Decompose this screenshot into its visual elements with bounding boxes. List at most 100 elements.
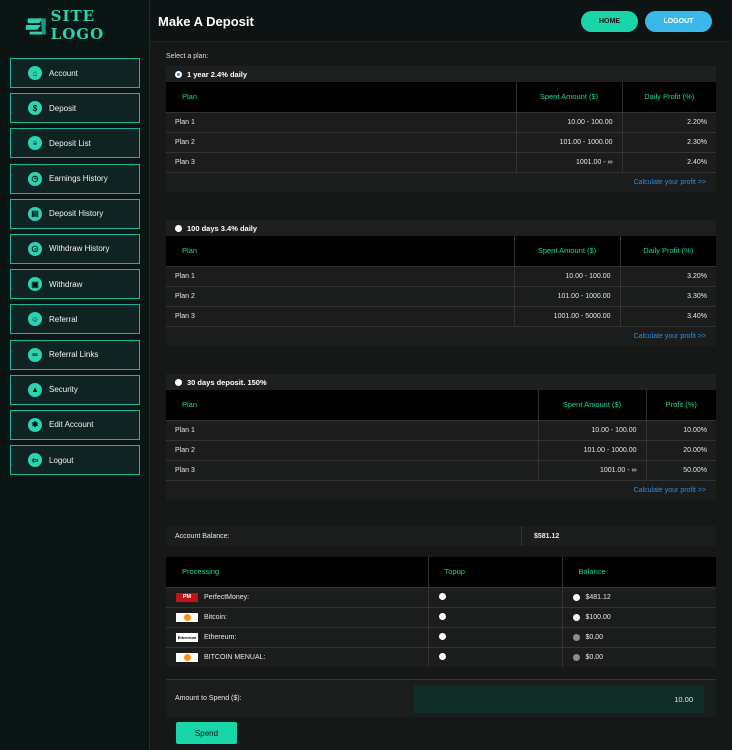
processing-balance: $481.12 — [585, 593, 611, 601]
plan-radio[interactable] — [175, 224, 182, 232]
table-row: Plan 2 101.00 - 1000.00 2.30% — [166, 131, 716, 152]
balance-cell: $100.00 — [561, 606, 716, 627]
table-row: Plan 1 10.00 - 100.00 3.20% — [166, 265, 716, 286]
processing-name-cell: PM PerfectMoney: — [166, 586, 428, 607]
plan-cell: 101.00 - 1000.00 — [513, 285, 620, 306]
topup-header: Topup — [427, 557, 562, 587]
sidebar-item-withdraw[interactable]: ▣ Withdraw — [10, 269, 140, 300]
sidebar-item-deposit-history[interactable]: ▤ Deposit History — [10, 198, 140, 229]
page-title: Make A Deposit — [158, 14, 254, 29]
processing-row: PM PerfectMoney: $481.12 — [166, 586, 716, 607]
plan-table-header: Plan — [166, 390, 538, 420]
balance-header: Balance — [561, 557, 716, 587]
link-icon: ∞ — [28, 347, 42, 362]
sidebar-item-deposit[interactable]: $ Deposit — [10, 93, 140, 124]
sidebar-item-label: Deposit List — [49, 138, 91, 148]
plan-cell: 101.00 - 1000.00 — [515, 131, 622, 152]
plan-cell: 10.00 - 100.00 — [537, 419, 646, 440]
plan-table-header: Spent Amount ($) — [537, 390, 646, 420]
sidebar-item-label: Withdraw — [49, 279, 83, 289]
plan-cell: 1001.00 - ∞ — [537, 459, 646, 480]
sidebar-item-label: Deposit — [49, 103, 77, 113]
processing-name: PerfectMoney: — [204, 593, 250, 601]
topup-radio[interactable] — [438, 632, 446, 640]
plan-cell: 2.40% — [621, 151, 716, 172]
plan-name: 100 days 3.4% daily — [187, 223, 258, 233]
processing-balance: $0.00 — [585, 633, 604, 641]
processing-name: Bitcoin: — [204, 613, 227, 621]
processing-header: Processing — [166, 557, 428, 587]
home-button[interactable]: HOME — [581, 11, 638, 32]
perfectmoney-icon: PM — [176, 592, 198, 602]
plan-table-header: Plan — [166, 236, 514, 266]
plan-option[interactable]: 1 year 2.4% daily — [166, 66, 716, 82]
site-logo[interactable]: SITE LOGO — [24, 7, 149, 43]
plan-cell: Plan 2 — [166, 285, 514, 306]
topup-radio[interactable] — [438, 612, 446, 620]
processing-name-cell: Ethereum Ethereum: — [166, 626, 428, 647]
plan-radio[interactable] — [175, 70, 182, 78]
calc-row: Calculate your profit >> — [166, 480, 716, 500]
plan-name: 30 days deposit. 150% — [187, 377, 267, 387]
plan-cell: 2.20% — [621, 111, 716, 132]
processing-table: Processing Topup Balance PM PerfectMoney:… — [166, 557, 716, 667]
plan-radio[interactable] — [175, 378, 182, 386]
plan-cell: 10.00 - 100.00 — [515, 111, 622, 132]
plan-option[interactable]: 100 days 3.4% daily — [166, 220, 716, 236]
table-row: Plan 3 1001.00 - ∞ 2.40% — [166, 151, 716, 172]
sidebar-item-referral-links[interactable]: ∞ Referral Links — [10, 339, 140, 370]
amount-to-spend-label: Amount to Spend ($): — [175, 695, 242, 702]
list-icon: ≡ — [28, 136, 42, 151]
calc-row: Calculate your profit >> — [166, 326, 716, 346]
calc-row: Calculate your profit >> — [166, 172, 716, 192]
plan-cell: Plan 2 — [166, 439, 538, 460]
sidebar-item-label: Deposit History — [49, 209, 104, 219]
plan-table: Plan Spent Amount ($) Daily Profit (%) Plan… — [166, 236, 716, 326]
processing-row: BITCOIN MENUAL: $0.00 — [166, 646, 716, 667]
sidebar-item-edit-account[interactable]: ✱ Edit Account — [10, 409, 140, 440]
plan-option[interactable]: 30 days deposit. 150% — [166, 374, 716, 390]
plan-table: Plan Spent Amount ($) Profit (%) Plan 1 10.0… — [166, 390, 716, 480]
balance-radio[interactable] — [572, 613, 580, 621]
table-row: Plan 1 10.00 - 100.00 10.00% — [166, 419, 716, 440]
spend-button[interactable]: Spend — [176, 722, 237, 744]
plan-cell: 1001.00 - ∞ — [515, 151, 622, 172]
plan-cell: 3.30% — [619, 285, 716, 306]
sidebar-item-referral[interactable]: ☺ Referral — [10, 304, 140, 335]
calculate-profit-link[interactable]: Calculate your profit >> — [634, 487, 706, 494]
processing-row: Ethereum Ethereum: $0.00 — [166, 626, 716, 647]
logout-button[interactable]: LOGOUT — [645, 11, 712, 32]
topup-radio[interactable] — [438, 592, 446, 600]
sidebar-item-earnings-history[interactable]: ◷ Earnings History — [10, 163, 140, 194]
topup-radio[interactable] — [438, 652, 446, 660]
table-row: Plan 2 101.00 - 1000.00 20.00% — [166, 439, 716, 460]
sidebar-item-label: Referral — [49, 314, 78, 324]
logo-text: SITE LOGO — [50, 7, 105, 43]
amount-to-spend-input[interactable] — [414, 685, 704, 713]
topup-cell — [427, 646, 562, 667]
amount-to-spend-row: Amount to Spend ($): — [166, 679, 716, 717]
plan-cell: 10.00 - 100.00 — [513, 265, 620, 286]
calculate-profit-link[interactable]: Calculate your profit >> — [634, 179, 706, 186]
calculate-profit-link[interactable]: Calculate your profit >> — [634, 333, 706, 340]
plan-cell: Plan 3 — [166, 459, 538, 480]
plan-cell: 101.00 - 1000.00 — [537, 439, 646, 460]
sidebar-item-security[interactable]: ▲ Security — [10, 374, 140, 405]
plan-block: 30 days deposit. 150% Plan Spent Amount ($… — [166, 374, 716, 500]
plan-cell: 20.00% — [645, 439, 716, 460]
balance-cell: $0.00 — [561, 646, 716, 667]
sidebar-item-account[interactable]: ⌂ Account — [10, 58, 140, 88]
plan-table-header: Daily Profit (%) — [621, 82, 716, 112]
sidebar-item-logout[interactable]: ⇦ Logout — [10, 445, 140, 476]
balance-radio[interactable] — [572, 593, 580, 601]
plan-cell: 50.00% — [645, 459, 716, 480]
wallet-icon: ▣ — [28, 277, 42, 292]
plan-table-header: Spent Amount ($) — [515, 82, 622, 112]
logout-icon: ⇦ — [28, 453, 42, 468]
select-plan-label: Select a plan: — [166, 53, 209, 60]
plan-cell: 1001.00 - 5000.00 — [513, 305, 620, 326]
plan-cell: 3.40% — [619, 305, 716, 326]
sidebar-item-deposit-list[interactable]: ≡ Deposit List — [10, 128, 140, 159]
sidebar-item-withdraw-history[interactable]: ◶ Withdraw History — [10, 233, 140, 264]
sidebar-item-label: Earnings History — [49, 174, 108, 184]
